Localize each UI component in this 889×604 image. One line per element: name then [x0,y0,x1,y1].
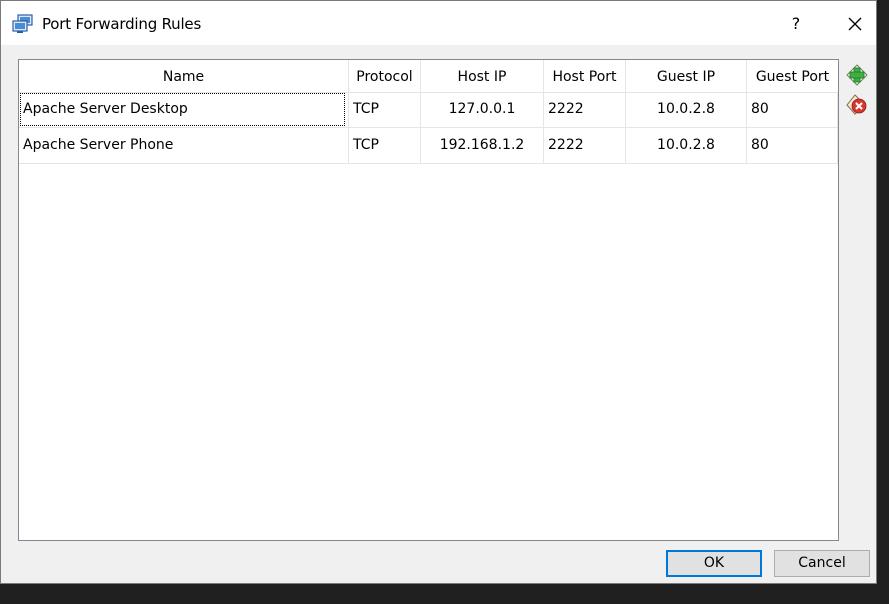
network-adapter-icon [12,14,34,34]
cancel-button[interactable]: Cancel [774,550,870,577]
close-button[interactable] [837,9,871,39]
column-header-host-ip[interactable]: Host IP [421,60,544,92]
cell-host-port[interactable]: 2222 [544,128,626,163]
cell-name[interactable]: Apache Server Desktop [19,92,349,127]
column-header-guest-ip[interactable]: Guest IP [626,60,747,92]
cell-guest-port[interactable]: 80 [747,128,838,163]
cell-protocol[interactable]: TCP [349,92,421,127]
title-bar: Port Forwarding Rules ? [1,1,876,45]
help-button[interactable]: ? [779,9,813,39]
rules-table[interactable]: Name Protocol Host IP Host Port Guest IP… [18,59,839,541]
dialog-title: Port Forwarding Rules [42,15,202,33]
ok-button[interactable]: OK [666,550,762,577]
cell-host-ip[interactable]: 127.0.0.1 [421,92,544,127]
table-header: Name Protocol Host IP Host Port Guest IP… [19,60,838,93]
add-rule-icon [846,64,868,86]
cell-protocol[interactable]: TCP [349,128,421,163]
cell-name[interactable]: Apache Server Phone [19,128,349,163]
cell-guest-ip[interactable]: 10.0.2.8 [626,92,747,127]
port-forwarding-dialog: Port Forwarding Rules ? Name Protocol Ho… [0,0,877,584]
table-row[interactable]: Apache Server Desktop TCP 127.0.0.1 2222… [19,92,838,128]
column-header-host-port[interactable]: Host Port [544,60,626,92]
cell-host-port[interactable]: 2222 [544,92,626,127]
column-header-protocol[interactable]: Protocol [349,60,421,92]
column-header-guest-port[interactable]: Guest Port [747,60,838,92]
add-rule-button[interactable] [846,64,868,86]
remove-rule-button[interactable] [846,93,868,115]
column-header-name[interactable]: Name [19,60,349,92]
cell-guest-ip[interactable]: 10.0.2.8 [626,128,747,163]
table-row[interactable]: Apache Server Phone TCP 192.168.1.2 2222… [19,128,838,164]
cell-host-ip[interactable]: 192.168.1.2 [421,128,544,163]
close-icon [848,17,862,31]
remove-rule-icon [846,94,867,115]
cell-guest-port[interactable]: 80 [747,92,838,127]
